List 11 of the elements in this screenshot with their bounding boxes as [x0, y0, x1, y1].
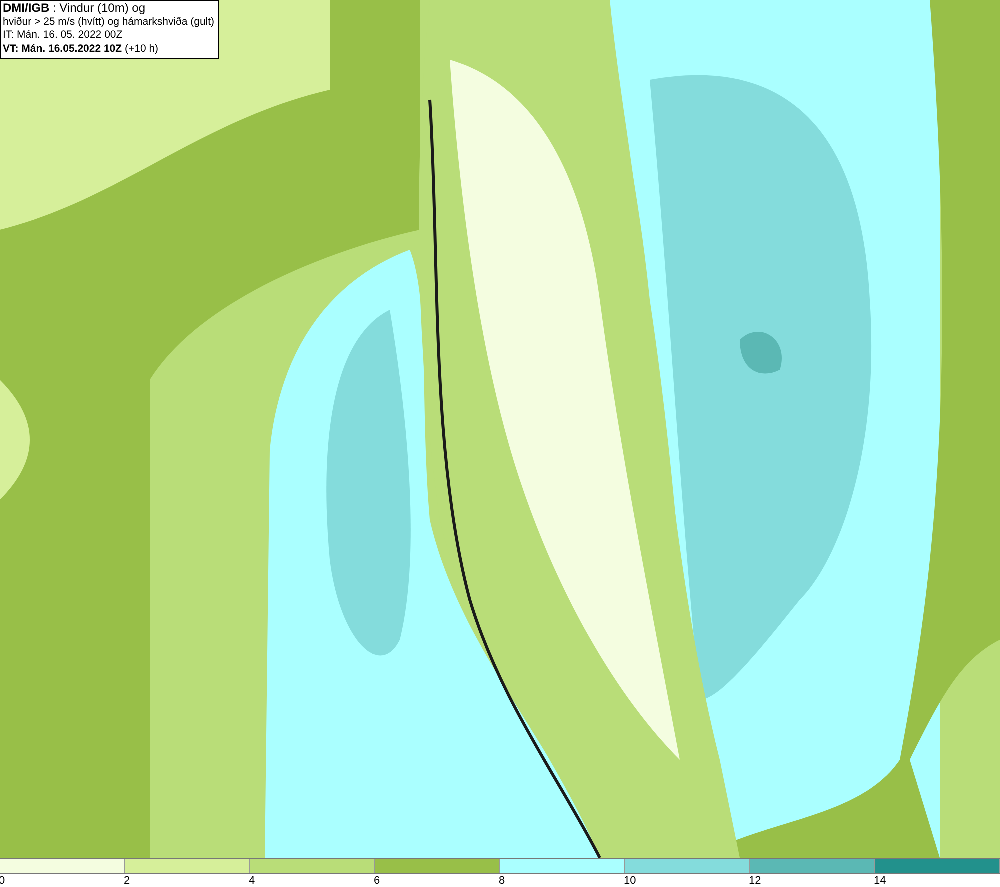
info-text: DMI/IGB : Vindur (10m) og [3, 2, 146, 16]
legend-label: 8 [499, 875, 506, 887]
info-text: hviður > 25 m/s (hvítt) og hámarkshviða (gult) [3, 16, 215, 29]
legend-label: 10 [624, 875, 636, 887]
legend-label: 4 [249, 875, 256, 887]
legend-label: 14 [874, 875, 886, 887]
legend-label: 2 [124, 875, 130, 887]
info-text: VT: Mán. 16.05.2022 10Z (+10 h) [3, 42, 160, 56]
legend-label: 6 [374, 875, 380, 887]
info-text: IT: Mán. 16. 05. 2022 00Z [3, 29, 124, 42]
legend-label: 12 [749, 875, 762, 887]
